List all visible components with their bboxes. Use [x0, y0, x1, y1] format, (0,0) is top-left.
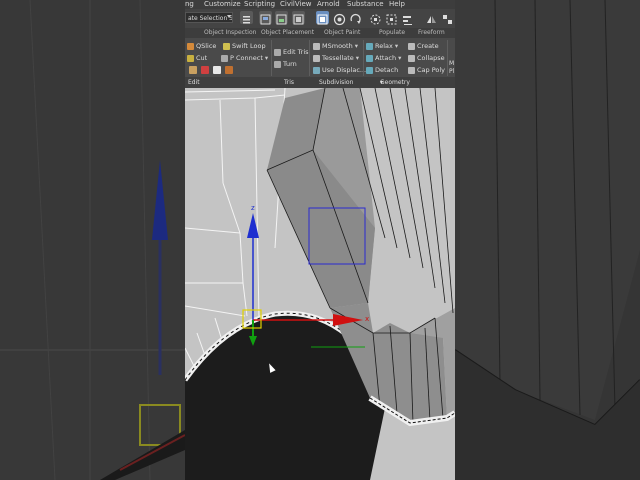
- ribbon-tab-bar: Object Inspection Object Placement Objec…: [185, 28, 455, 38]
- paint-icon[interactable]: [189, 66, 197, 74]
- menu-item-arnold[interactable]: Arnold: [317, 0, 340, 9]
- msmooth-icon: [313, 42, 320, 50]
- attach-button[interactable]: Attach ▾: [366, 53, 401, 63]
- turn-icon: [274, 60, 281, 68]
- gizmo-z-label: z: [251, 204, 255, 212]
- detach-icon: [366, 66, 373, 74]
- collapse-button[interactable]: Collapse: [408, 53, 445, 63]
- 3dsmax-window: ng Customize Scripting CivilView Arnold …: [185, 0, 455, 480]
- qslice-button[interactable]: QSlice: [187, 41, 216, 51]
- chevron-down-icon[interactable]: [227, 15, 231, 18]
- white-box-icon[interactable]: [213, 66, 222, 74]
- msmooth-button[interactable]: MSmooth ▾: [313, 41, 358, 51]
- tab-object-placement[interactable]: Object Placement: [261, 28, 314, 38]
- p-connect-button[interactable]: P Connect ▾: [221, 53, 268, 63]
- ribbon-separator: [447, 40, 448, 76]
- viewport-canvas: z x: [185, 88, 455, 480]
- brush-icon[interactable]: [225, 66, 234, 74]
- tessellate-icon: [313, 54, 320, 62]
- swift-loop-icon: [223, 42, 230, 50]
- render-icon[interactable]: [333, 11, 346, 26]
- gizmo-x-label: x: [365, 315, 369, 323]
- menu-item-substance[interactable]: Substance: [347, 0, 384, 9]
- list-icon[interactable]: [240, 11, 253, 24]
- snap-icon[interactable]: [369, 11, 382, 25]
- align-icon[interactable]: [401, 11, 414, 25]
- rotate-icon[interactable]: [349, 11, 362, 24]
- tab-object-inspection[interactable]: Object Inspection: [204, 28, 256, 38]
- edit-tris-button[interactable]: Edit Tris: [274, 47, 309, 57]
- side-letter-pl: Pl: [449, 68, 455, 75]
- render-setup-icon[interactable]: [292, 11, 305, 25]
- create-icon: [408, 42, 415, 50]
- cut-icon: [187, 54, 194, 62]
- use-displace-button[interactable]: Use Displac...: [313, 65, 366, 75]
- blurred-background-left: [0, 0, 185, 480]
- cap-poly-button[interactable]: Cap Poly: [408, 65, 445, 75]
- menu-item-scripting[interactable]: Scripting: [244, 0, 275, 9]
- create-button[interactable]: Create: [408, 41, 439, 51]
- tab-populate[interactable]: Populate: [379, 28, 405, 38]
- group-label-edit: Edit: [188, 79, 200, 86]
- select-object-icon[interactable]: [316, 11, 329, 25]
- ribbon-separator: [271, 40, 272, 76]
- relax-button[interactable]: Relax ▾: [366, 41, 398, 51]
- group-label-subdivision: Subdivision: [319, 79, 354, 86]
- tab-object-paint[interactable]: Object Paint: [324, 28, 360, 38]
- angle-snap-icon[interactable]: [385, 11, 398, 25]
- cap-poly-icon: [408, 66, 415, 74]
- detach-button[interactable]: Detach: [366, 65, 398, 75]
- group-label-geometry[interactable]: Geometry (All) ▾: [380, 77, 410, 97]
- cut-button[interactable]: Cut: [187, 53, 207, 63]
- ribbon-separator: [363, 40, 364, 76]
- menu-bar: ng Customize Scripting CivilView Arnold …: [185, 0, 455, 9]
- turn-button[interactable]: Turn: [274, 59, 297, 69]
- layer-explorer-icon[interactable]: [275, 11, 288, 25]
- swift-loop-button[interactable]: Swift Loop: [223, 41, 266, 51]
- mirror-icon[interactable]: [425, 11, 438, 24]
- collapse-icon: [408, 54, 415, 62]
- selection-set-dropdown[interactable]: ate Selection Se: [185, 12, 233, 23]
- scene-explorer-icon[interactable]: [259, 11, 272, 25]
- red-cube-icon[interactable]: [201, 66, 210, 74]
- edit-tris-icon: [274, 48, 281, 56]
- p-connect-icon: [221, 54, 228, 62]
- relax-icon: [366, 42, 373, 50]
- ribbon-group-labels: Edit Tris Subdivision Geometry (All) ▾: [185, 77, 455, 97]
- tab-freeform[interactable]: Freeform: [418, 28, 445, 38]
- ribbon-separator: [309, 40, 310, 76]
- percent-snap-icon[interactable]: [441, 11, 454, 24]
- group-label-tris: Tris: [284, 79, 295, 86]
- blurred-background-right: [455, 0, 640, 480]
- menu-item-civilview[interactable]: CivilView: [280, 0, 311, 9]
- menu-item-rendering[interactable]: ng: [185, 0, 194, 9]
- menu-item-customize[interactable]: Customize: [204, 0, 241, 9]
- menu-item-help[interactable]: Help: [389, 0, 405, 9]
- use-displace-icon: [313, 66, 320, 74]
- main-toolbar: ate Selection Se: [185, 9, 455, 29]
- edit-tool-icons: [189, 65, 235, 75]
- attach-icon: [366, 54, 373, 62]
- qslice-icon: [187, 42, 194, 50]
- tessellate-button[interactable]: Tessellate ▾: [313, 53, 359, 63]
- viewport-3d[interactable]: z x: [185, 88, 455, 480]
